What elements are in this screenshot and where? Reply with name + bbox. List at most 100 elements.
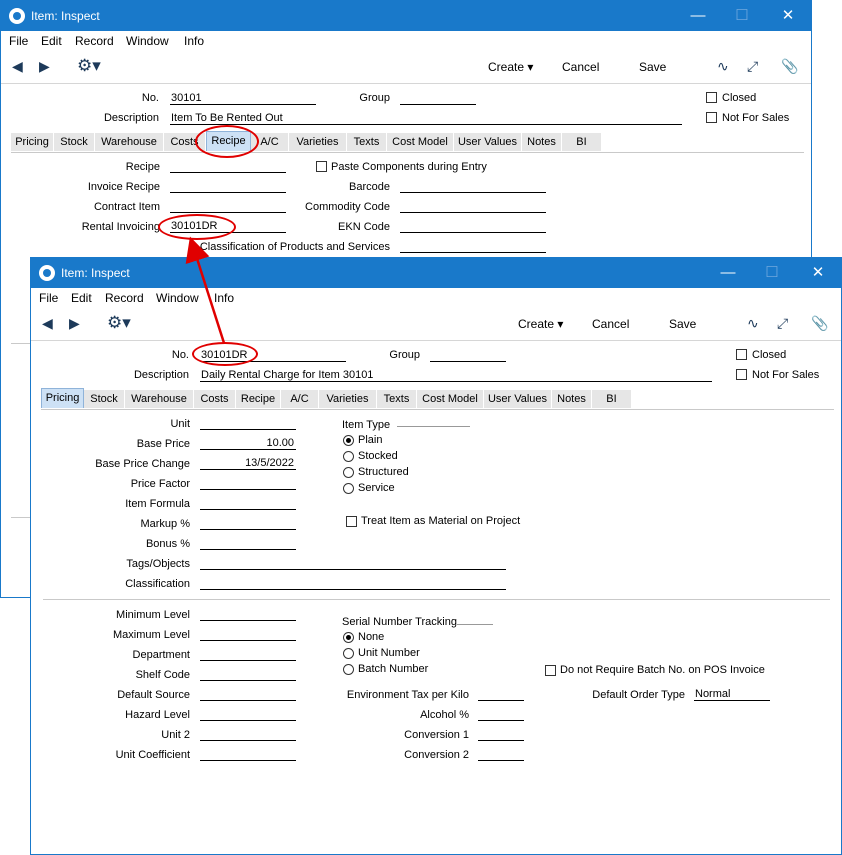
menu-edit[interactable]: Edit xyxy=(71,291,92,305)
previous-record-icon[interactable]: ◀ xyxy=(12,58,23,75)
paste-components-checkbox[interactable] xyxy=(316,161,327,172)
conversion-2-field[interactable] xyxy=(478,747,524,761)
item-formula-field[interactable] xyxy=(200,496,296,510)
serial-batch-number-radio[interactable] xyxy=(343,664,354,675)
maximum-level-field[interactable] xyxy=(200,627,296,641)
tab-recipe[interactable]: Recipe xyxy=(236,390,281,408)
tab-pricing[interactable]: Pricing xyxy=(11,133,54,151)
create-button[interactable]: Create ▾ xyxy=(518,317,563,331)
menu-file[interactable]: File xyxy=(39,291,58,305)
expand-icon[interactable]: ⤢ xyxy=(777,315,788,332)
tab-notes[interactable]: Notes xyxy=(522,133,562,151)
barcode-field[interactable] xyxy=(400,179,546,193)
tab-pricing[interactable]: Pricing xyxy=(41,388,84,408)
cancel-button[interactable]: Cancel xyxy=(562,60,599,74)
default-order-type-field[interactable]: Normal xyxy=(694,687,770,701)
bonus-field[interactable] xyxy=(200,536,296,550)
contract-item-field[interactable] xyxy=(170,199,286,213)
default-source-field[interactable] xyxy=(200,687,296,701)
shelf-code-field[interactable] xyxy=(200,667,296,681)
tab-cost-model[interactable]: Cost Model xyxy=(417,390,484,408)
unit-2-field[interactable] xyxy=(200,727,296,741)
markup-field[interactable] xyxy=(200,516,296,530)
description-field[interactable]: Daily Rental Charge for Item 30101 xyxy=(200,368,712,382)
tab-stock[interactable]: Stock xyxy=(54,133,95,151)
description-field[interactable]: Item To Be Rented Out xyxy=(170,111,682,125)
close-icon[interactable]: ✕ xyxy=(795,258,841,288)
tab-bi[interactable]: BI xyxy=(562,133,602,151)
group-field[interactable] xyxy=(400,91,476,105)
tab-bi[interactable]: BI xyxy=(592,390,632,408)
next-record-icon[interactable]: ▶ xyxy=(39,58,50,75)
tab-warehouse[interactable]: Warehouse xyxy=(95,133,164,151)
tab-costs[interactable]: Costs xyxy=(194,390,236,408)
menu-window[interactable]: Window xyxy=(126,34,169,48)
menu-edit[interactable]: Edit xyxy=(41,34,62,48)
env-tax-field[interactable] xyxy=(478,687,524,701)
activity-icon[interactable]: ∿ xyxy=(747,315,759,332)
save-button[interactable]: Save xyxy=(639,60,666,74)
group-field[interactable] xyxy=(430,348,506,362)
tab-warehouse[interactable]: Warehouse xyxy=(125,390,194,408)
not-for-sales-checkbox[interactable] xyxy=(736,369,747,380)
unit-coefficient-field[interactable] xyxy=(200,747,296,761)
minimum-level-field[interactable] xyxy=(200,607,296,621)
previous-record-icon[interactable]: ◀ xyxy=(42,315,53,332)
invoice-recipe-field[interactable] xyxy=(170,179,286,193)
paperclip-icon[interactable]: 📎 xyxy=(811,315,828,332)
tab-user-values[interactable]: User Values xyxy=(454,133,522,151)
create-button[interactable]: Create ▾ xyxy=(488,60,533,74)
tab-ac[interactable]: A/C xyxy=(281,390,319,408)
closed-checkbox[interactable] xyxy=(706,92,717,103)
closed-checkbox[interactable] xyxy=(736,349,747,360)
tags-objects-field[interactable] xyxy=(200,556,506,570)
cancel-button[interactable]: Cancel xyxy=(592,317,629,331)
conversion-1-field[interactable] xyxy=(478,727,524,741)
tab-cost-model[interactable]: Cost Model xyxy=(387,133,454,151)
item-type-service-radio[interactable] xyxy=(343,483,354,494)
tab-user-values[interactable]: User Values xyxy=(484,390,552,408)
classification-field[interactable] xyxy=(200,576,506,590)
minimize-icon[interactable]: — xyxy=(705,258,751,288)
expand-icon[interactable]: ⤢ xyxy=(747,58,758,75)
activity-icon[interactable]: ∿ xyxy=(717,58,729,75)
menu-record[interactable]: Record xyxy=(105,291,144,305)
department-field[interactable] xyxy=(200,647,296,661)
serial-none-radio[interactable] xyxy=(343,632,354,643)
item-type-structured-radio[interactable] xyxy=(343,467,354,478)
tab-texts[interactable]: Texts xyxy=(347,133,387,151)
no-field[interactable]: 30101 xyxy=(170,91,316,105)
treat-as-material-checkbox[interactable] xyxy=(346,516,357,527)
recipe-field[interactable] xyxy=(170,159,286,173)
next-record-icon[interactable]: ▶ xyxy=(69,315,80,332)
hazard-level-field[interactable] xyxy=(200,707,296,721)
menu-record[interactable]: Record xyxy=(75,34,114,48)
commodity-code-field[interactable] xyxy=(400,199,546,213)
not-for-sales-checkbox[interactable] xyxy=(706,112,717,123)
menu-info[interactable]: Info xyxy=(184,34,204,48)
classification-products-field[interactable] xyxy=(400,239,546,253)
save-button[interactable]: Save xyxy=(669,317,696,331)
unit-field[interactable] xyxy=(200,416,296,430)
gear-icon[interactable]: ⚙▾ xyxy=(107,313,131,333)
tab-stock[interactable]: Stock xyxy=(84,390,125,408)
serial-unit-number-radio[interactable] xyxy=(343,648,354,659)
menu-file[interactable]: File xyxy=(9,34,28,48)
tab-varieties[interactable]: Varieties xyxy=(289,133,347,151)
alcohol-field[interactable] xyxy=(478,707,524,721)
price-factor-field[interactable] xyxy=(200,476,296,490)
ekn-code-field[interactable] xyxy=(400,219,546,233)
menu-window[interactable]: Window xyxy=(156,291,199,305)
tab-texts[interactable]: Texts xyxy=(377,390,417,408)
close-icon[interactable]: ✕ xyxy=(765,1,811,31)
item-type-plain-radio[interactable] xyxy=(343,435,354,446)
gear-icon[interactable]: ⚙▾ xyxy=(77,56,101,76)
minimize-icon[interactable]: — xyxy=(675,1,721,31)
base-price-field[interactable]: 10.00 xyxy=(200,436,296,450)
item-type-stocked-radio[interactable] xyxy=(343,451,354,462)
base-price-change-field[interactable]: 13/5/2022 xyxy=(200,456,296,470)
tab-varieties[interactable]: Varieties xyxy=(319,390,377,408)
no-batch-pos-checkbox[interactable] xyxy=(545,665,556,676)
tab-notes[interactable]: Notes xyxy=(552,390,592,408)
paperclip-icon[interactable]: 📎 xyxy=(781,58,798,75)
